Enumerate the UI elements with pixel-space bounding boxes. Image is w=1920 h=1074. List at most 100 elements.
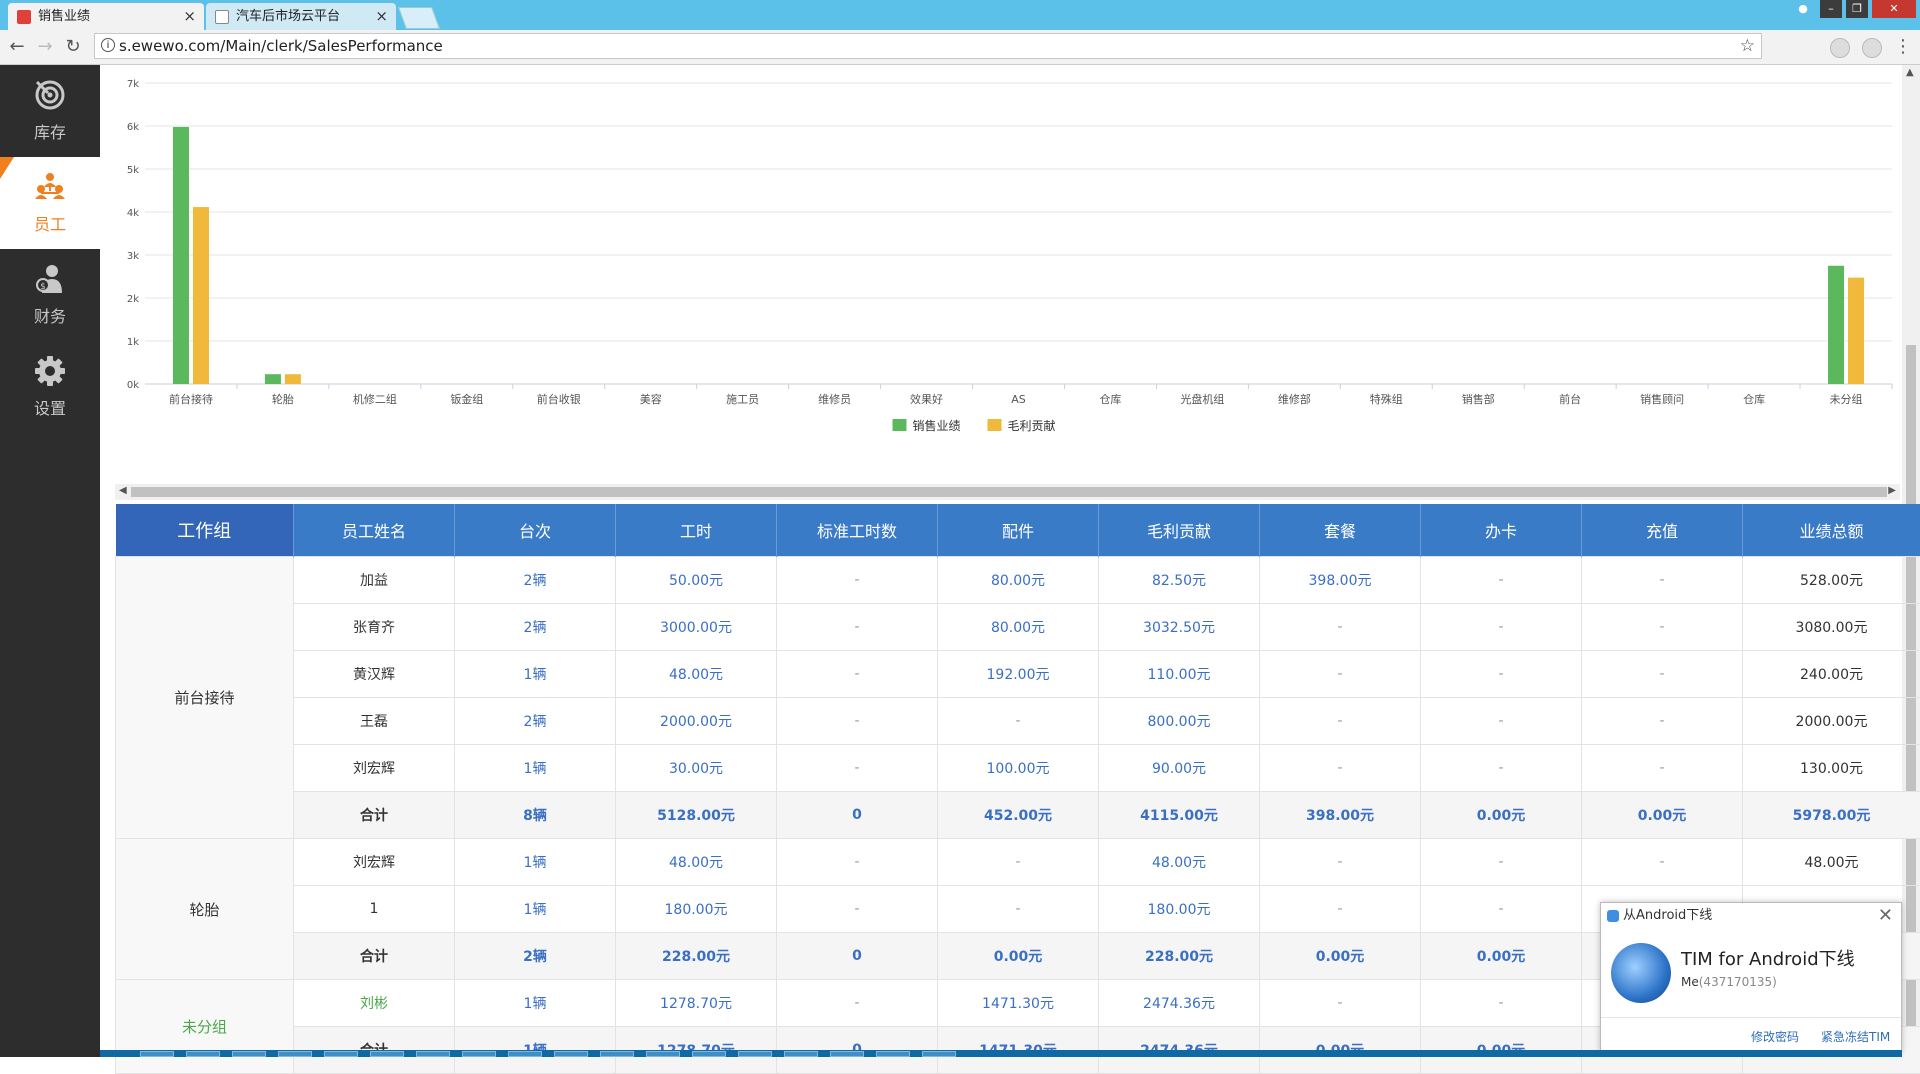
tab-sales-performance[interactable]: 销售业绩 × bbox=[8, 3, 204, 30]
close-icon[interactable]: ✕ bbox=[1872, 0, 1916, 18]
user-icon[interactable]: ● bbox=[1792, 0, 1814, 18]
column-header[interactable]: 办卡 bbox=[1421, 504, 1582, 557]
column-header[interactable]: 工时 bbox=[616, 504, 777, 557]
column-header[interactable]: 员工姓名 bbox=[294, 504, 455, 557]
column-header[interactable]: 套餐 bbox=[1260, 504, 1421, 557]
table-row: 王磊2辆2000.00元--800.00元---2000.00元 bbox=[116, 698, 1920, 745]
bookmark-star-icon[interactable]: ☆ bbox=[1740, 34, 1755, 58]
tim-logo-icon bbox=[1607, 910, 1619, 922]
taskbar-button[interactable] bbox=[370, 1051, 404, 1057]
column-header[interactable]: 工作组 bbox=[116, 504, 294, 557]
column-header[interactable]: 配件 bbox=[938, 504, 1099, 557]
value-cell: 2474.36元 bbox=[1099, 980, 1260, 1027]
taskbar-button[interactable] bbox=[508, 1051, 542, 1057]
scrollbar-thumb[interactable] bbox=[131, 487, 1887, 497]
back-icon[interactable]: ← bbox=[6, 36, 28, 58]
extension-icon[interactable] bbox=[1862, 38, 1882, 58]
taskbar-button[interactable] bbox=[600, 1051, 634, 1057]
taskbar-button[interactable] bbox=[830, 1051, 864, 1057]
tab-cloud-platform[interactable]: 汽车后市场云平台 × bbox=[206, 3, 396, 30]
employee-name-cell: 加益 bbox=[294, 557, 455, 604]
forward-icon[interactable]: → bbox=[34, 36, 56, 58]
tab-close-icon[interactable]: × bbox=[375, 3, 388, 30]
column-header[interactable]: 毛利贡献 bbox=[1099, 504, 1260, 557]
popup-title: TIM for Android下线 bbox=[1681, 945, 1855, 971]
taskbar-button[interactable] bbox=[876, 1051, 910, 1057]
taskbar-button[interactable] bbox=[462, 1051, 496, 1057]
column-header[interactable]: 充值 bbox=[1582, 504, 1743, 557]
account-name: Me bbox=[1681, 975, 1699, 989]
x-tick-label: 仓库 bbox=[1743, 392, 1765, 406]
y-tick-label: 0k bbox=[127, 380, 139, 391]
value-cell: 2辆 bbox=[455, 933, 616, 980]
value-cell: 240.00元 bbox=[1743, 651, 1920, 698]
scroll-right-icon[interactable]: ▶ bbox=[1888, 485, 1896, 496]
reload-icon[interactable]: ↻ bbox=[62, 36, 84, 58]
y-tick-label: 4k bbox=[127, 208, 139, 219]
restore-icon[interactable]: ❐ bbox=[1846, 0, 1868, 18]
sidebar-item-staff[interactable]: 员工 bbox=[0, 157, 100, 249]
scroll-up-icon[interactable]: ▲ bbox=[1906, 67, 1914, 78]
new-tab-button[interactable] bbox=[398, 7, 440, 29]
value-cell: 800.00元 bbox=[1099, 698, 1260, 745]
taskbar-button[interactable] bbox=[646, 1051, 680, 1057]
scroll-left-icon[interactable]: ◀ bbox=[119, 485, 127, 496]
info-icon[interactable]: i bbox=[101, 38, 115, 52]
target-icon bbox=[34, 79, 66, 111]
freeze-tim-link[interactable]: 紧急冻结TIM bbox=[1821, 1028, 1890, 1045]
url-text: s.ewewo.com/Main/clerk/SalesPerformance bbox=[119, 37, 443, 55]
horizontal-scrollbar[interactable]: ◀ ▶ bbox=[115, 484, 1900, 500]
value-cell: - bbox=[938, 839, 1099, 886]
taskbar-button[interactable] bbox=[922, 1051, 956, 1057]
value-cell: 5128.00元 bbox=[616, 792, 777, 839]
column-header[interactable]: 业绩总额 bbox=[1743, 504, 1920, 557]
close-icon[interactable]: ✕ bbox=[1878, 903, 1893, 929]
value-cell: 2000.00元 bbox=[1743, 698, 1920, 745]
value-cell: 452.00元 bbox=[938, 792, 1099, 839]
value-cell: 180.00元 bbox=[616, 886, 777, 933]
browser-nav-bar: ← → ↻ i s.ewewo.com/Main/clerk/SalesPerf… bbox=[0, 30, 1920, 65]
sidebar-item-inventory[interactable]: 库存 bbox=[0, 65, 100, 157]
taskbar-button[interactable] bbox=[140, 1051, 174, 1057]
sidebar-item-label: 设置 bbox=[0, 395, 100, 419]
value-cell: 0.00元 bbox=[1421, 933, 1582, 980]
taskbar-button[interactable] bbox=[278, 1051, 312, 1057]
column-header[interactable]: 台次 bbox=[455, 504, 616, 557]
value-cell: - bbox=[777, 651, 938, 698]
address-bar[interactable]: i s.ewewo.com/Main/clerk/SalesPerformanc… bbox=[94, 33, 1762, 59]
employee-name-cell: 1 bbox=[294, 886, 455, 933]
x-tick-label: 特殊组 bbox=[1370, 392, 1403, 406]
value-cell: - bbox=[777, 839, 938, 886]
column-header[interactable]: 标准工时数 bbox=[777, 504, 938, 557]
change-password-link[interactable]: 修改密码 bbox=[1751, 1028, 1799, 1045]
popup-subtitle: Me(437170135) bbox=[1681, 975, 1777, 989]
sidebar-item-finance[interactable]: $ 财务 bbox=[0, 249, 100, 341]
sidebar-item-settings[interactable]: 设置 bbox=[0, 341, 100, 433]
value-cell: - bbox=[938, 886, 1099, 933]
bar bbox=[173, 127, 189, 384]
taskbar-button[interactable] bbox=[784, 1051, 818, 1057]
value-cell: - bbox=[777, 604, 938, 651]
tab-close-icon[interactable]: × bbox=[183, 3, 196, 30]
taskbar-button[interactable] bbox=[186, 1051, 220, 1057]
taskbar-button[interactable] bbox=[554, 1051, 588, 1057]
value-cell: 180.00元 bbox=[1099, 886, 1260, 933]
value-cell: - bbox=[777, 698, 938, 745]
svg-text:$: $ bbox=[40, 282, 46, 292]
x-tick-label: 前台收银 bbox=[537, 392, 581, 406]
extension-icon[interactable] bbox=[1830, 38, 1850, 58]
taskbar-button[interactable] bbox=[324, 1051, 358, 1057]
value-cell: 48.00元 bbox=[616, 839, 777, 886]
x-tick-label: 仓库 bbox=[1099, 392, 1121, 406]
value-cell: 2000.00元 bbox=[616, 698, 777, 745]
taskbar-button[interactable] bbox=[738, 1051, 772, 1057]
taskbar-button[interactable] bbox=[232, 1051, 266, 1057]
taskbar-button[interactable] bbox=[416, 1051, 450, 1057]
employee-name-cell: 王磊 bbox=[294, 698, 455, 745]
value-cell: 1辆 bbox=[455, 980, 616, 1027]
menu-icon[interactable]: ⋮ bbox=[1892, 36, 1914, 58]
sidebar-item-label: 库存 bbox=[0, 119, 100, 143]
x-tick-label: 轮胎 bbox=[272, 392, 294, 406]
minimize-icon[interactable]: – bbox=[1820, 0, 1842, 18]
taskbar-button[interactable] bbox=[692, 1051, 726, 1057]
